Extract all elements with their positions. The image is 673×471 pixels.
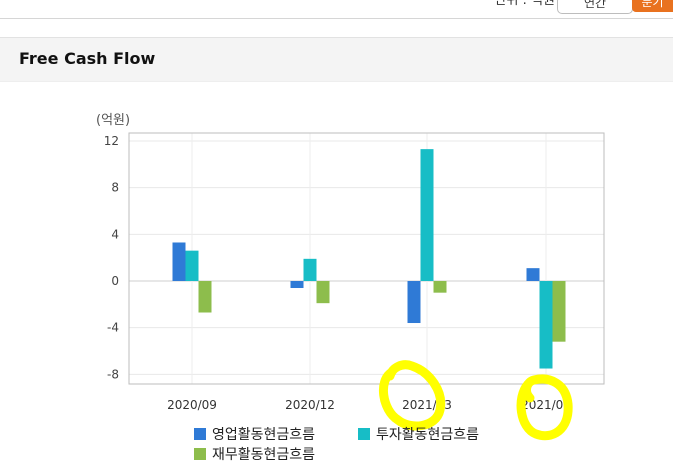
y-axis-unit-label: (억원) [96, 113, 130, 128]
legend-label-investing: 투자활동현금흐름 [376, 427, 480, 443]
legend-item-financing: 재무활동현금흐름 [194, 446, 315, 464]
legend-label-operating: 영업활동현금흐름 [212, 427, 316, 443]
bar-financing [316, 281, 330, 304]
bar-operating [526, 268, 540, 281]
grid [129, 133, 604, 384]
bar-operating [290, 281, 304, 289]
bar-investing [185, 250, 199, 281]
x-tick-label: 2020/09 [167, 398, 217, 412]
bar-operating [172, 242, 186, 281]
y-tick-label: 0 [111, 274, 119, 288]
y-tick-label: 12 [104, 134, 119, 148]
legend-swatch-operating [194, 428, 206, 440]
legend-label-financing: 재무활동현금흐름 [212, 447, 316, 463]
plot-area [129, 133, 604, 384]
bar-financing [433, 281, 447, 293]
bar-investing [420, 149, 434, 281]
x-tick-label: 2020/12 [285, 398, 335, 412]
y-tick-label: 8 [111, 181, 119, 195]
bar-investing [303, 258, 317, 281]
legend-swatch-financing [194, 448, 206, 460]
y-tick-label: -8 [107, 367, 119, 381]
bar-financing [552, 281, 566, 342]
legend-swatch-investing [358, 428, 370, 440]
cash-flow-chart: (억원) 12840-4-82020/09 2020/12 2021/03 2021/… [96, 113, 605, 440]
bar-financing [198, 281, 212, 313]
bar-operating [407, 281, 421, 324]
y-tick-label: -4 [107, 321, 119, 335]
y-tick-label: 4 [111, 227, 119, 241]
legend-item-investing: 투자활동현금흐름 [358, 426, 479, 444]
legend-item-operating: 영업활동현금흐름 [194, 426, 315, 444]
bar-investing [539, 281, 553, 369]
